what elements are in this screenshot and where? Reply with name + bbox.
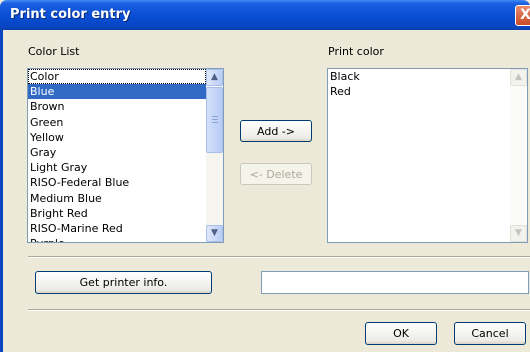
scroll-down-arrow-icon: ▼ [211,228,218,238]
window-title: Print color entry [10,7,131,22]
list-item[interactable]: Red [328,84,510,99]
list-item[interactable]: Bright Red [28,206,206,221]
list-item[interactable]: Light Gray [28,160,206,175]
separator-bottom [28,309,530,311]
separator-top [28,256,530,258]
scroll-up-button-print[interactable]: ▲ [510,69,527,86]
get-printer-info-button[interactable]: Get printer info. [35,271,212,294]
delete-button[interactable]: <- Delete [240,163,312,185]
color-list-label: Color List [28,45,80,58]
list-item[interactable]: RISO-Marine Red [28,221,206,236]
print-color-box[interactable]: Black Red ▲ ▼ [327,68,528,243]
close-button[interactable]: X [515,5,530,26]
list-item[interactable]: Blue [28,84,206,100]
list-item[interactable]: Gray [28,145,206,160]
title-bar[interactable]: Print color entry X [0,0,530,30]
list-item[interactable]: RISO-Federal Blue [28,175,206,190]
ok-button[interactable]: OK [365,322,437,345]
scroll-thumb[interactable] [206,87,223,153]
printer-info-field[interactable] [261,271,529,294]
list-item[interactable]: Color [28,69,206,85]
scroll-up-arrow-icon: ▲ [515,72,522,82]
scroll-down-button[interactable]: ▼ [206,225,223,242]
close-icon: X [520,7,530,23]
add-button[interactable]: Add -> [240,120,312,142]
list-item[interactable]: Brown [28,99,206,114]
color-list-items: Color Blue Brown Green Yellow Gray Light Gray R… [28,69,206,242]
print-color-items: Black Red [328,69,510,99]
list-item[interactable]: Medium Blue [28,191,206,206]
scroll-up-button[interactable]: ▲ [206,69,223,86]
list-item[interactable]: Yellow [28,130,206,145]
list-item[interactable]: Black [328,69,510,84]
scroll-up-arrow-icon: ▲ [211,72,218,82]
list-item[interactable]: Purple [28,236,206,242]
cancel-button[interactable]: Cancel [454,322,526,345]
scroll-down-button-print[interactable]: ▼ [510,225,527,242]
color-list-scrollbar[interactable]: ▲ ▼ [206,69,223,242]
window-frame-left [0,30,3,352]
scroll-down-arrow-icon: ▼ [515,228,522,238]
color-list-box[interactable]: Color Blue Brown Green Yellow Gray Light Gray R… [27,68,224,243]
list-item[interactable]: Green [28,115,206,130]
print-color-scrollbar[interactable]: ▲ ▼ [510,69,527,242]
print-color-label: Print color [328,45,384,58]
